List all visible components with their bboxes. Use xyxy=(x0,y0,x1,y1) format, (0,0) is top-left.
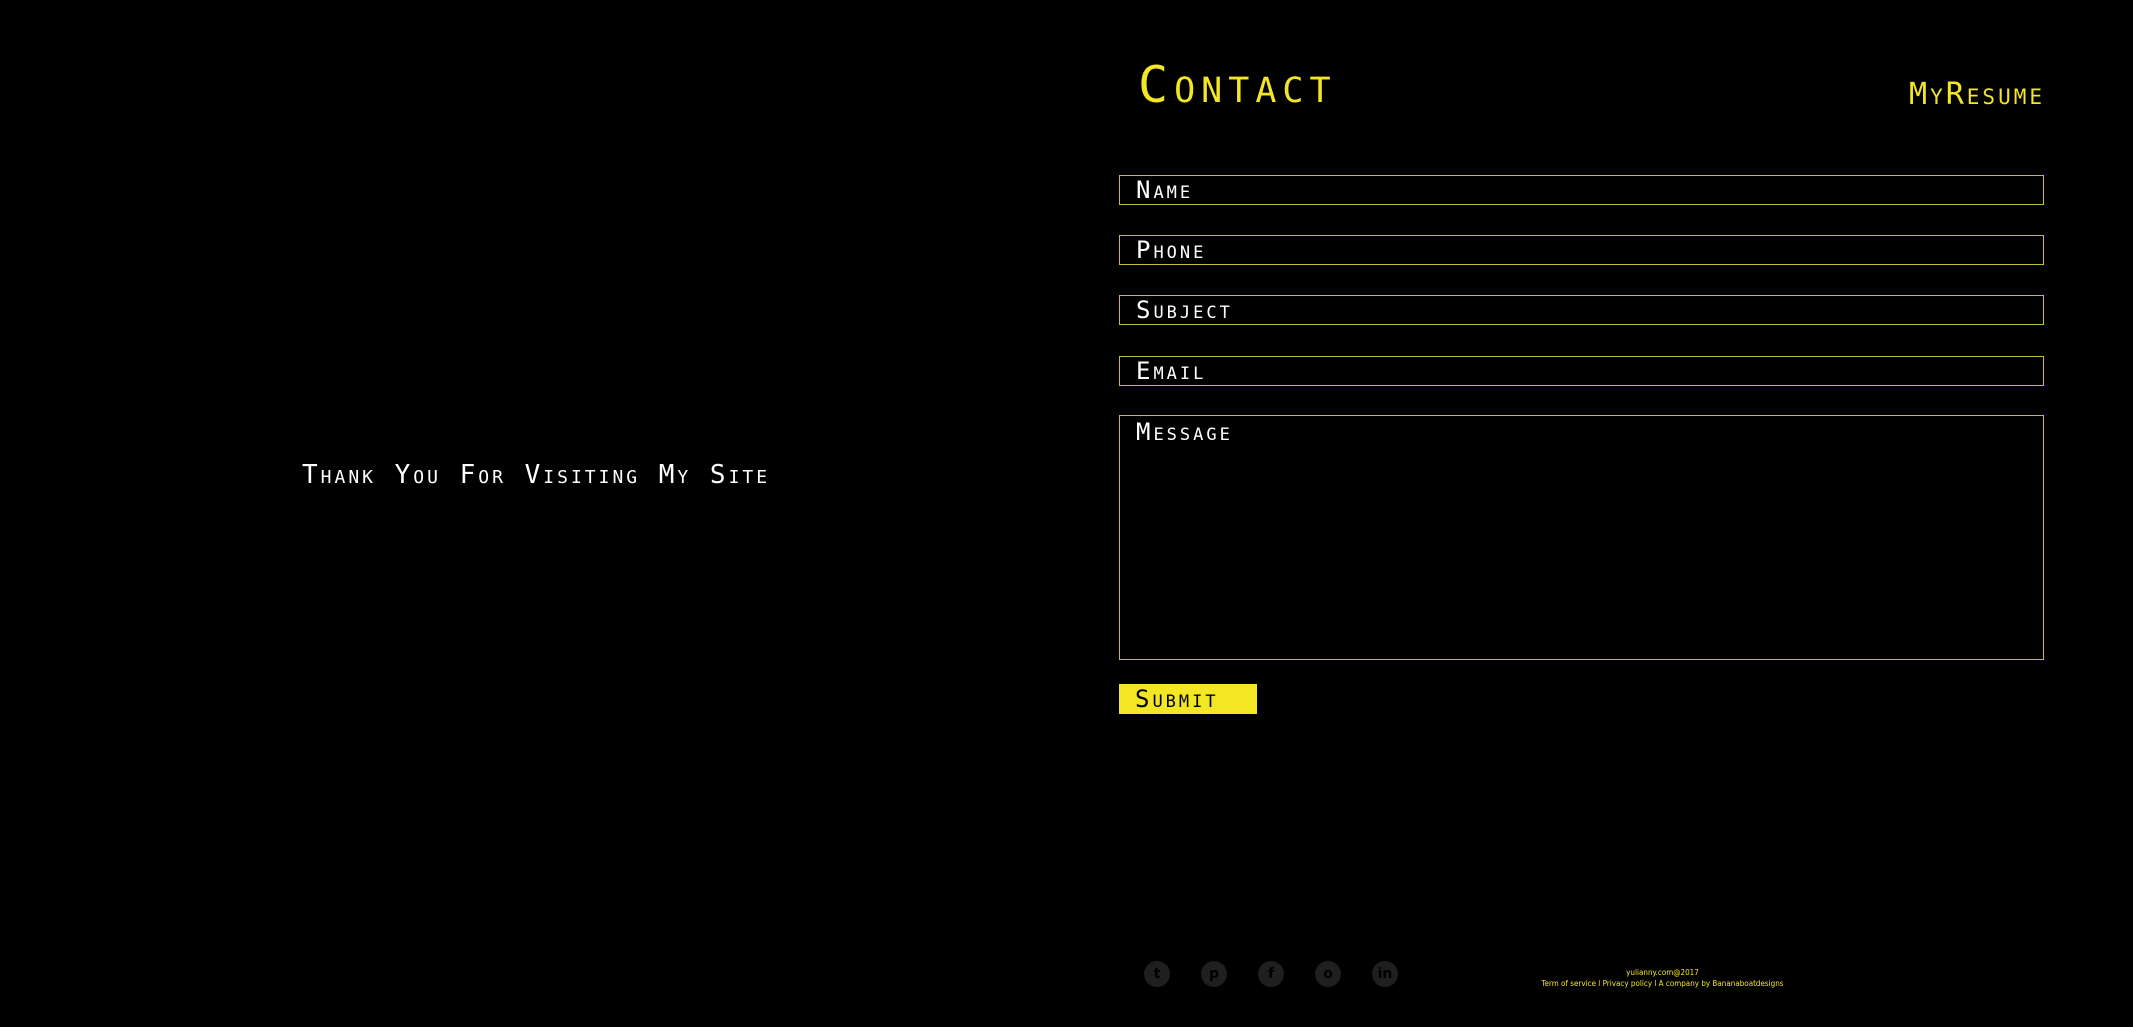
subject-field[interactable] xyxy=(1119,295,2044,325)
pinterest-icon[interactable]: p xyxy=(1201,961,1227,987)
footer-copyright: yulianny.com@2017 xyxy=(1626,968,1699,977)
facebook-icon[interactable]: f xyxy=(1258,961,1284,987)
message-field[interactable] xyxy=(1119,415,2044,660)
thank-you-message: Thank You For Visiting My Site xyxy=(302,460,771,490)
phone-field[interactable] xyxy=(1119,235,2044,265)
brand-link[interactable]: MyResume xyxy=(1909,80,2045,110)
footer: yulianny.com@2017 Term of service l Priv… xyxy=(1530,967,1795,989)
submit-button[interactable]: Submit xyxy=(1119,684,1257,714)
page-title: Contact xyxy=(1138,56,1337,114)
twitter-icon[interactable]: t xyxy=(1144,961,1170,987)
social-links: t p f o in xyxy=(1144,961,1398,987)
email-field[interactable] xyxy=(1119,356,2044,386)
name-field[interactable] xyxy=(1119,175,2044,205)
instagram-icon[interactable]: o xyxy=(1315,961,1341,987)
footer-links[interactable]: Term of service l Privacy policy l A com… xyxy=(1530,978,1795,989)
linkedin-icon[interactable]: in xyxy=(1372,961,1398,987)
